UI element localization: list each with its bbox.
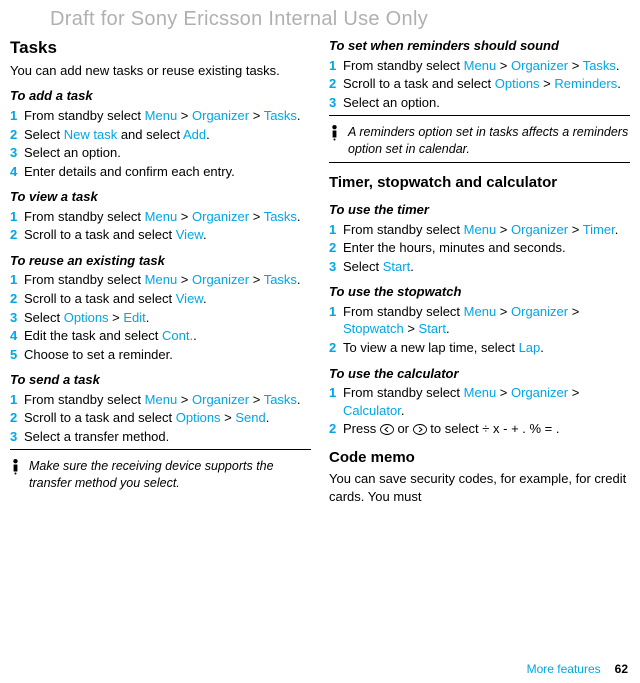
- list-item: Scroll to a task and select Options > Re…: [329, 75, 630, 93]
- reuse-task-heading: To reuse an existing task: [10, 252, 311, 270]
- content-columns: Tasks You can add new tasks or reuse exi…: [10, 37, 630, 507]
- note-text: Make sure the receiving device supports …: [29, 458, 311, 492]
- calc-heading: To use the calculator: [329, 365, 630, 383]
- info-icon: [329, 124, 340, 146]
- list-item: Enter details and confirm each entry.: [10, 163, 311, 181]
- list-item: Select an option.: [329, 94, 630, 112]
- list-item: From standby select Menu > Organizer > S…: [329, 303, 630, 338]
- list-item: Select Start.: [329, 258, 630, 276]
- send-task-steps: From standby select Menu > Organizer > T…: [10, 391, 311, 446]
- view-task-heading: To view a task: [10, 188, 311, 206]
- list-item: Select a transfer method.: [10, 428, 311, 446]
- list-item: Press or to select ÷ x - + . % = .: [329, 420, 630, 438]
- add-task-heading: To add a task: [10, 87, 311, 105]
- right-key-icon: [413, 421, 427, 436]
- list-item: From standby select Menu > Organizer > T…: [10, 391, 311, 409]
- timer-steps: From standby select Menu > Organizer > T…: [329, 221, 630, 276]
- left-column: Tasks You can add new tasks or reuse exi…: [10, 37, 311, 507]
- list-item: Scroll to a task and select Options > Se…: [10, 409, 311, 427]
- stopwatch-steps: From standby select Menu > Organizer > S…: [329, 303, 630, 357]
- list-item: From standby select Menu > Organizer > T…: [10, 208, 311, 226]
- code-memo-intro: You can save security codes, for example…: [329, 470, 630, 505]
- list-item: Choose to set a reminder.: [10, 346, 311, 364]
- divider: [329, 162, 630, 163]
- reminders-heading: To set when reminders should sound: [329, 37, 630, 55]
- watermark-text: Draft for Sony Ericsson Internal Use Onl…: [10, 4, 630, 37]
- divider: [10, 449, 311, 450]
- stopwatch-heading: To use the stopwatch: [329, 283, 630, 301]
- footer-section: More features: [527, 662, 601, 676]
- view-task-steps: From standby select Menu > Organizer > T…: [10, 208, 311, 244]
- list-item: Scroll to a task and select View.: [10, 226, 311, 244]
- code-memo-heading: Code memo: [329, 448, 630, 468]
- timer-heading: To use the timer: [329, 201, 630, 219]
- list-item: Select Options > Edit.: [10, 309, 311, 327]
- list-item: To view a new lap time, select Lap.: [329, 339, 630, 357]
- add-task-steps: From standby select Menu > Organizer > T…: [10, 107, 311, 180]
- note-text: A reminders option set in tasks affects …: [348, 124, 630, 158]
- page-footer: More features 62: [527, 661, 628, 677]
- list-item: Select New task and select Add.: [10, 126, 311, 144]
- tsc-heading: Timer, stopwatch and calculator: [329, 173, 630, 193]
- tasks-intro: You can add new tasks or reuse existing …: [10, 62, 311, 80]
- note-transfer: Make sure the receiving device supports …: [10, 458, 311, 492]
- send-task-heading: To send a task: [10, 371, 311, 389]
- list-item: Enter the hours, minutes and seconds.: [329, 239, 630, 257]
- list-item: Scroll to a task and select View.: [10, 290, 311, 308]
- list-item: Select an option.: [10, 144, 311, 162]
- list-item: Edit the task and select Cont..: [10, 327, 311, 345]
- list-item: From standby select Menu > Organizer > C…: [329, 384, 630, 419]
- reuse-task-steps: From standby select Menu > Organizer > T…: [10, 271, 311, 363]
- calc-steps: From standby select Menu > Organizer > C…: [329, 384, 630, 438]
- note-reminders: A reminders option set in tasks affects …: [329, 124, 630, 158]
- page-number: 62: [615, 662, 628, 676]
- list-item: From standby select Menu > Organizer > T…: [329, 57, 630, 75]
- list-item: From standby select Menu > Organizer > T…: [10, 107, 311, 125]
- tasks-heading: Tasks: [10, 37, 311, 60]
- reminders-steps: From standby select Menu > Organizer > T…: [329, 57, 630, 112]
- right-column: To set when reminders should sound From …: [329, 37, 630, 507]
- list-item: From standby select Menu > Organizer > T…: [10, 271, 311, 289]
- divider: [329, 115, 630, 116]
- left-key-icon: [380, 421, 394, 436]
- list-item: From standby select Menu > Organizer > T…: [329, 221, 630, 239]
- info-icon: [10, 458, 21, 480]
